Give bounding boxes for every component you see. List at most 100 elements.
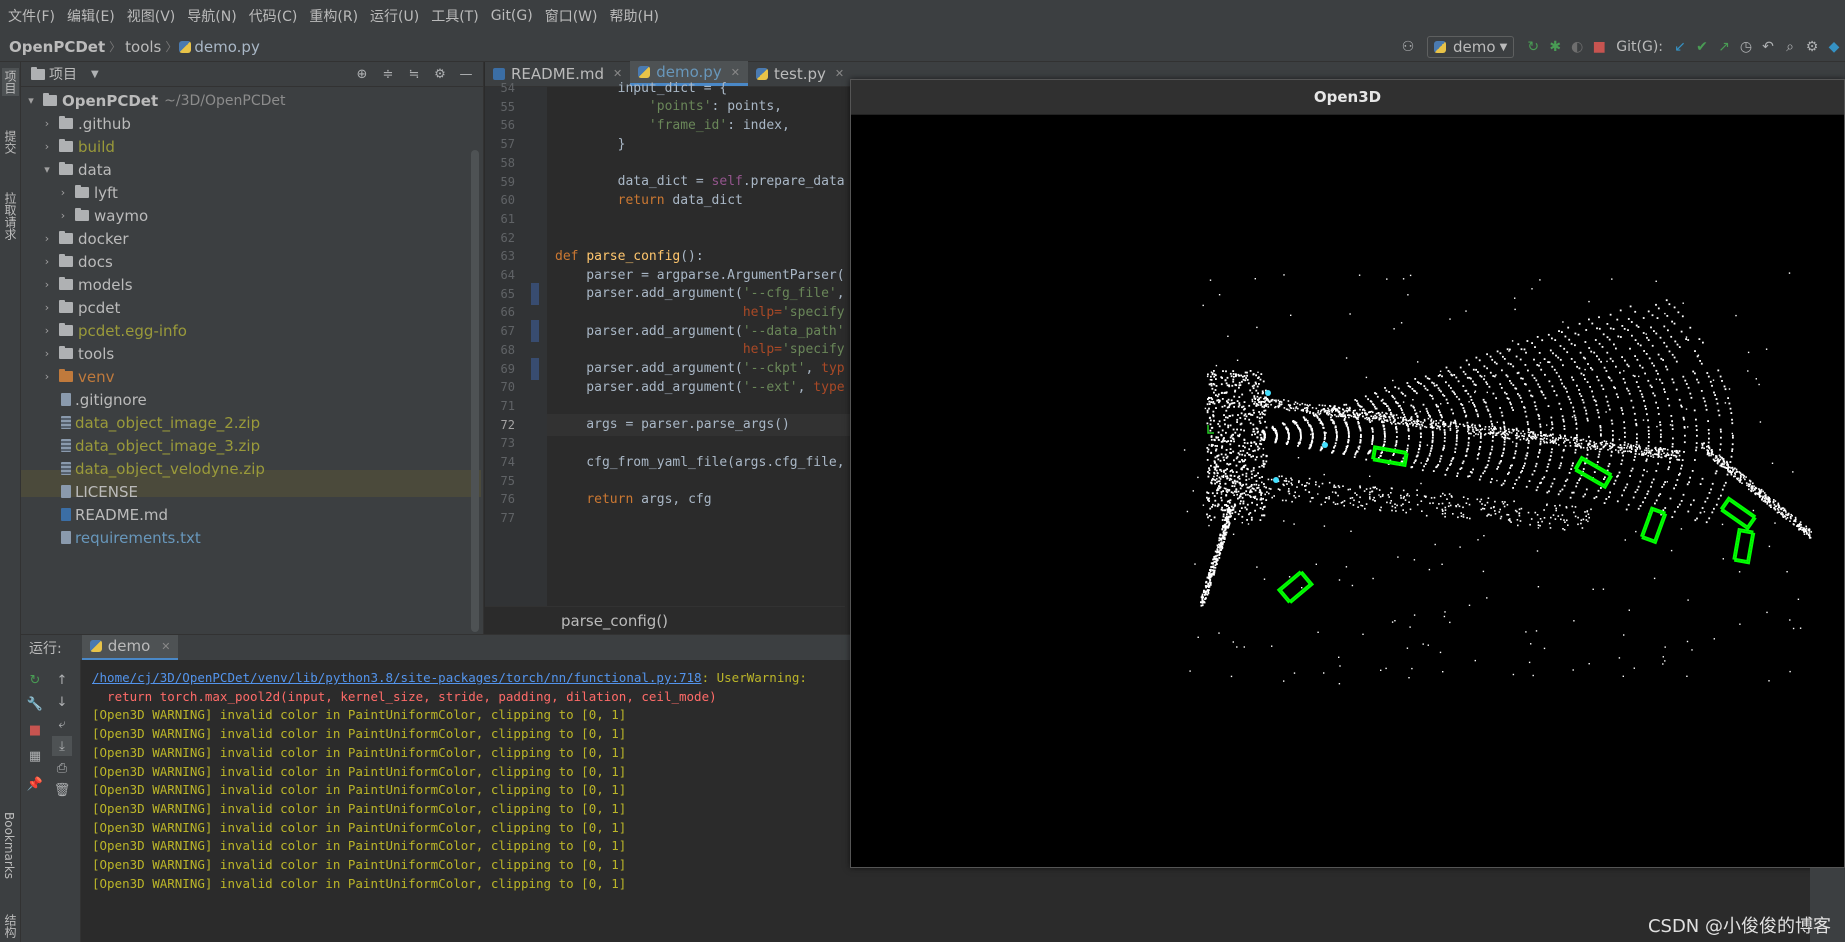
folder-icon (59, 139, 73, 152)
code-text: def parse_config(): (555, 248, 704, 264)
arrow-down-icon[interactable]: ↓ (52, 692, 72, 712)
tool-tab-pull-requests[interactable]: 拉取请求 (2, 192, 19, 240)
watermark: CSDN @小俊俊的博客 (1647, 916, 1831, 937)
tree-item-requirements-txt[interactable]: requirements.txt (21, 524, 481, 551)
chevron-right-icon[interactable]: › (41, 278, 53, 291)
point-cloud-viewport[interactable] (851, 115, 1844, 867)
menu-item[interactable]: 运行(U) (364, 6, 425, 26)
project-panel-title[interactable]: 项目 (49, 64, 77, 84)
console-text: [Open3D WARNING] invalid color in PaintU… (92, 838, 627, 854)
chevron-right-icon[interactable]: › (41, 255, 53, 268)
print-icon[interactable]: ⎙ (52, 758, 72, 778)
tree-item-label: requirements.txt (75, 528, 201, 547)
menu-item[interactable]: 工具(T) (425, 6, 484, 26)
wrench-icon[interactable]: 🔧 (25, 694, 45, 714)
chevron-right-icon[interactable]: › (57, 209, 69, 222)
scroll-to-end-icon[interactable]: ⤓ (52, 736, 72, 756)
breadcrumb-file[interactable]: demo.py (194, 38, 259, 56)
line-number: 65 (500, 286, 515, 301)
menu-item[interactable]: 重构(R) (303, 6, 364, 26)
code-text: parser.add_argument('--ckpt', typ (555, 361, 845, 376)
chevron-right-icon[interactable]: › (41, 232, 53, 245)
menu-item[interactable]: 导航(N) (181, 6, 242, 26)
menu-bar: 文件(F) 编辑(E) 视图(V) 导航(N) 代码(C) 重构(R) 运行(U) 工具(T)… (0, 0, 1845, 32)
line-number: 77 (500, 511, 515, 526)
line-number: 54 (500, 81, 515, 95)
line-number: 69 (500, 361, 515, 376)
chevron-down-icon[interactable]: ▾ (25, 94, 37, 107)
breadcrumb-folder[interactable]: tools (123, 38, 161, 56)
gear-icon[interactable]: ⚙ (1801, 36, 1823, 58)
run-config-label: demo (1453, 38, 1496, 56)
chevron-right-icon[interactable]: › (41, 324, 53, 337)
soft-wrap-icon[interactable]: ⤶ (52, 714, 72, 734)
chevron-right-icon[interactable]: › (41, 370, 53, 383)
search-icon[interactable]: ⌕ (1779, 36, 1801, 58)
menu-item[interactable]: 视图(V) (121, 6, 182, 26)
tree-item-label: tools (78, 344, 115, 363)
tree-item-label: pcdet.egg-info (78, 321, 187, 340)
project-scrollbar[interactable] (471, 150, 479, 632)
menu-item[interactable]: 代码(C) (243, 6, 304, 26)
rerun-icon[interactable]: ↻ (1522, 36, 1544, 58)
chevron-down-icon[interactable]: ▼ (91, 69, 99, 80)
rerun-icon[interactable]: ↻ (25, 670, 45, 690)
console-file-link[interactable]: /home/cj/3D/OpenPCDet/venv/lib/python3.8… (92, 670, 702, 685)
chevron-right-icon[interactable]: › (41, 140, 53, 153)
chevron-right-icon[interactable]: › (41, 117, 53, 130)
menu-item[interactable]: 帮助(H) (603, 6, 664, 26)
run-tab-demo[interactable]: demo ✕ (81, 634, 179, 661)
menu-item[interactable]: 窗口(W) (539, 6, 604, 26)
menu-item[interactable]: 编辑(E) (61, 6, 121, 26)
expand-all-icon[interactable]: ≑ (377, 64, 399, 86)
tree-item-label: data_object_velodyne.zip (75, 459, 265, 478)
run-config-dropdown[interactable]: demo ▼ (1427, 36, 1515, 58)
locate-icon[interactable]: ⊕ (351, 64, 373, 86)
history-icon[interactable]: ◷ (1735, 36, 1757, 58)
chevron-right-icon[interactable]: › (41, 301, 53, 314)
git-update-icon[interactable]: ↙ (1669, 36, 1691, 58)
breadcrumb-function[interactable]: parse_config() (561, 612, 668, 630)
tool-tab-project[interactable]: 项目 (2, 68, 19, 96)
tool-tab-commit[interactable]: 提交 (2, 130, 19, 154)
collapse-all-icon[interactable]: ≒ (403, 64, 425, 86)
debug-icon[interactable]: ✱ (1544, 36, 1566, 58)
breadcrumb-project[interactable]: OpenPCDet (0, 38, 105, 56)
point-cloud-canvas[interactable] (851, 115, 1844, 867)
pin-icon[interactable]: 📌 (25, 774, 45, 794)
arrow-up-icon[interactable]: ↑ (52, 670, 72, 690)
tree-item-label: LICENSE (75, 482, 138, 501)
run-console[interactable]: /home/cj/3D/OpenPCDet/venv/lib/python3.8… (82, 660, 852, 942)
markdown-file-icon (61, 508, 71, 521)
chevron-right-icon[interactable]: › (41, 347, 53, 360)
hide-icon[interactable]: — (455, 64, 477, 86)
console-text: [Open3D WARNING] invalid color in PaintU… (92, 875, 627, 891)
tree-item-label: waymo (94, 206, 149, 225)
rollback-icon[interactable]: ↶ (1757, 36, 1779, 58)
chevron-down-icon[interactable]: ▾ (41, 163, 53, 176)
code-line[interactable]: 77 (485, 507, 845, 529)
line-number: 68 (500, 342, 515, 357)
open3d-titlebar[interactable]: Open3D (851, 80, 1844, 115)
git-commit-icon[interactable]: ✔ (1691, 36, 1713, 58)
trash-icon[interactable]: 🗑 (52, 780, 72, 800)
stop-icon[interactable]: ■ (1588, 36, 1610, 58)
user-icon[interactable]: ⚇ (1397, 36, 1419, 58)
open3d-window[interactable]: Open3D (850, 79, 1845, 868)
python-file-icon (179, 40, 192, 53)
stop-icon[interactable]: ■ (25, 720, 45, 740)
tool-tab-structure[interactable]: 结构 (2, 914, 19, 938)
menu-item[interactable]: 文件(F) (2, 6, 61, 26)
chevron-right-icon[interactable]: › (57, 186, 69, 199)
tool-tab-bookmarks[interactable]: Bookmarks (2, 812, 16, 879)
coverage-icon[interactable]: ◐ (1566, 36, 1588, 58)
layout-icon[interactable]: ▦ (25, 746, 45, 766)
git-push-icon[interactable]: ↗ (1713, 36, 1735, 58)
jetbrains-icon[interactable]: ◆ (1823, 36, 1845, 58)
menu-item[interactable]: Git(G) (485, 8, 539, 24)
console-text: [Open3D WARNING] invalid color in PaintU… (92, 819, 627, 835)
zip-file-icon (61, 462, 71, 475)
close-icon[interactable]: ✕ (161, 640, 170, 653)
gear-icon[interactable]: ⚙ (429, 64, 451, 86)
tree-item-label: data_object_image_3.zip (75, 436, 261, 455)
